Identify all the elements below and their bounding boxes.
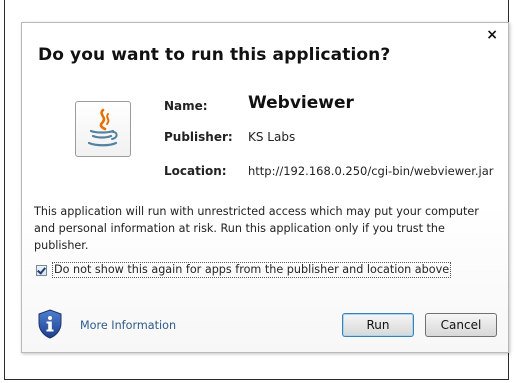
warning-text: This application will run with unrestric… [34, 205, 479, 252]
name-label: Name: [164, 99, 208, 113]
security-dialog: × Do you want to run this application? N… [21, 22, 509, 353]
location-value: http://192.168.0.250/cgi-bin/webviewer.j… [248, 164, 494, 178]
publisher-label: Publisher: [164, 130, 233, 144]
do-not-show-label[interactable]: Do not show this again for apps from the… [52, 262, 452, 278]
close-icon[interactable]: × [486, 28, 498, 42]
run-button[interactable]: Run [342, 313, 414, 337]
shield-info-icon[interactable] [37, 309, 63, 339]
do-not-show-row[interactable]: Do not show this again for apps from the… [36, 262, 452, 278]
java-icon [75, 101, 131, 157]
location-label: Location: [164, 164, 227, 178]
cancel-button[interactable]: Cancel [425, 313, 497, 337]
publisher-value: KS Labs [248, 130, 296, 144]
dialog-title: Do you want to run this application? [38, 45, 391, 65]
more-information-link[interactable]: More Information [80, 319, 176, 332]
do-not-show-checkbox[interactable] [36, 264, 47, 276]
name-value: Webviewer [248, 93, 354, 113]
